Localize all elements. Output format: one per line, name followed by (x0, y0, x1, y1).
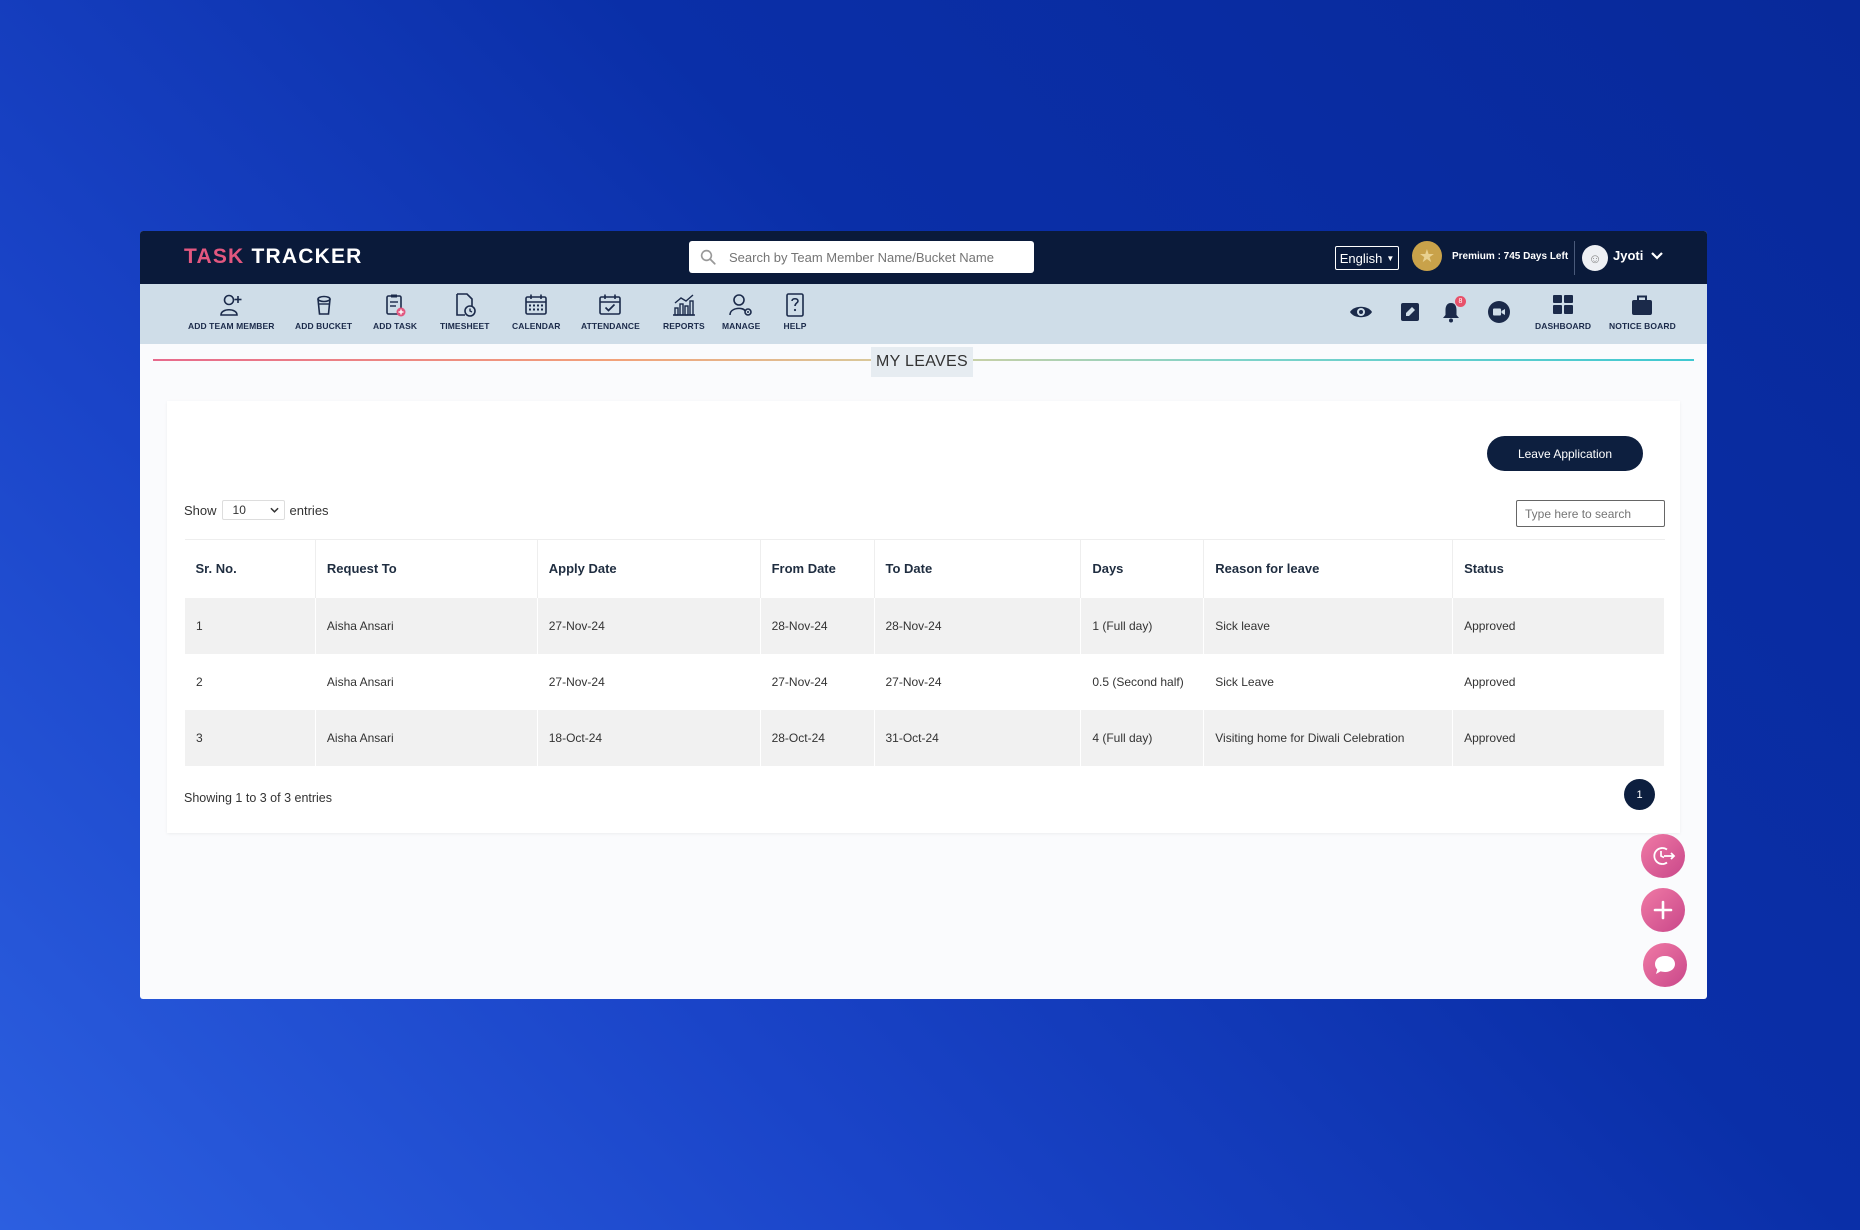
user-menu[interactable]: Jyoti (1613, 248, 1664, 263)
table-row: 2 Aisha Ansari 27-Nov-24 27-Nov-24 27-No… (184, 653, 1665, 710)
eye-icon (1350, 306, 1372, 318)
column-header[interactable]: Request To (315, 539, 538, 598)
reports-icon (672, 294, 695, 316)
add-task-button[interactable]: ADD TASK (373, 292, 417, 331)
search-icon (700, 249, 716, 265)
bucket-icon (316, 295, 331, 315)
quick-add-button[interactable] (1641, 888, 1685, 932)
table-cell: 1 (184, 597, 316, 654)
table-cell: Visiting home for Diwali Celebration (1203, 709, 1454, 766)
table-cell: 1 (Full day) (1080, 597, 1205, 654)
add-team-member-button[interactable]: ADD TEAM MEMBER (188, 292, 275, 331)
table-cell: 27-Nov-24 (536, 653, 761, 710)
chevron-down-icon (1651, 249, 1664, 263)
dashboard-icon (1553, 295, 1574, 314)
attendance-button[interactable]: ATTENDANCE (581, 292, 640, 331)
notifications-button[interactable]: 8 (1437, 296, 1466, 326)
chat-bubble-icon (1655, 956, 1675, 974)
table-cell: Aisha Ansari (314, 653, 538, 710)
header-divider (1574, 241, 1575, 275)
help-icon (786, 293, 804, 317)
add-user-icon (220, 294, 242, 316)
caret-down-icon: ▼ (1386, 253, 1395, 263)
leave-application-button[interactable]: Leave Application (1487, 436, 1643, 471)
calendar-button[interactable]: CALENDAR (512, 292, 561, 331)
edit-button[interactable] (1396, 298, 1424, 326)
timesheet-button[interactable]: TIMESHEET (440, 292, 490, 331)
table-cell: Aisha Ansari (314, 709, 538, 766)
help-button[interactable]: HELP (782, 292, 808, 331)
pagination-page-1[interactable]: 1 (1624, 779, 1655, 810)
table-cell: 3 (184, 709, 316, 766)
dashboard-button[interactable]: DASHBOARD (1535, 292, 1591, 331)
briefcase-icon (1632, 295, 1653, 315)
status-cell: Approved (1452, 709, 1665, 766)
entries-length-control: Show 10 entries (184, 500, 329, 520)
toolbar: ADD TEAM MEMBER ADD BUCKET ADD TASK TIME… (140, 284, 1707, 344)
status-cell: Approved (1452, 597, 1665, 654)
table-cell: 28-Oct-24 (759, 709, 875, 766)
table-cell: 31-Oct-24 (873, 709, 1082, 766)
calendar-icon (525, 294, 548, 315)
table-header-row: Sr. No. Request To Apply Date From Date … (184, 539, 1665, 598)
premium-status: Premium : 745 Days Left (1452, 251, 1569, 262)
manage-icon (729, 294, 752, 316)
column-header[interactable]: Apply Date (537, 539, 761, 598)
add-bucket-button[interactable]: ADD BUCKET (295, 292, 352, 331)
table-cell: 4 (Full day) (1080, 709, 1205, 766)
table-info: Showing 1 to 3 of 3 entries (184, 791, 333, 805)
plus-icon (1653, 900, 1673, 920)
column-header[interactable]: Sr. No. (184, 539, 316, 598)
leaves-card: Leave Application Show 10 entries Sr. No… (167, 401, 1680, 833)
clock-exit-icon (1653, 847, 1676, 865)
view-button[interactable] (1347, 298, 1375, 326)
entries-select[interactable]: 10 (221, 500, 285, 520)
reports-button[interactable]: REPORTS (663, 292, 705, 331)
attendance-icon (599, 294, 622, 315)
column-header[interactable]: Status (1452, 539, 1665, 598)
table-cell: Aisha Ansari (314, 597, 538, 654)
table-cell: 2 (184, 653, 316, 710)
notice-board-button[interactable]: NOTICE BOARD (1609, 292, 1676, 331)
status-cell: Approved (1452, 653, 1665, 710)
video-call-button[interactable] (1485, 298, 1513, 326)
table-cell: 28-Nov-24 (873, 597, 1082, 654)
leaves-table: Sr. No. Request To Apply Date From Date … (184, 539, 1665, 766)
column-header[interactable]: To Date (874, 539, 1082, 598)
table-row: 3 Aisha Ansari 18-Oct-24 28-Oct-24 31-Oc… (184, 709, 1665, 766)
page-title: MY LEAVES (871, 347, 973, 377)
column-header[interactable]: Days (1080, 539, 1205, 598)
global-search-input[interactable] (729, 249, 1019, 265)
chat-button[interactable] (1643, 943, 1687, 987)
table-cell: 27-Nov-24 (759, 653, 875, 710)
video-camera-icon (1488, 301, 1510, 323)
chevron-down-icon (269, 507, 279, 513)
table-cell: 27-Nov-24 (536, 597, 761, 654)
table-row: 1 Aisha Ansari 27-Nov-24 28-Nov-24 28-No… (184, 597, 1665, 654)
column-header[interactable]: From Date (760, 539, 875, 598)
logo[interactable]: TASK TRACKER (184, 245, 363, 269)
top-header: TASK TRACKER English ▼ ★ Premium : 745 D… (140, 231, 1707, 284)
table-search-input[interactable] (1516, 500, 1665, 527)
timesheet-icon (455, 293, 476, 317)
column-header[interactable]: Reason for leave (1203, 539, 1454, 598)
table-cell: 0.5 (Second half) (1080, 653, 1205, 710)
table-cell: Sick Leave (1203, 653, 1454, 710)
notification-badge: 8 (1455, 296, 1466, 307)
language-select[interactable]: English ▼ (1335, 246, 1399, 270)
global-search[interactable] (689, 241, 1034, 273)
table-cell: 27-Nov-24 (873, 653, 1082, 710)
star-badge-icon: ★ (1412, 241, 1442, 271)
add-task-icon (386, 294, 406, 317)
table-cell: 28-Nov-24 (759, 597, 875, 654)
edit-icon (1401, 303, 1419, 321)
table-cell: 18-Oct-24 (536, 709, 761, 766)
clock-out-button[interactable] (1641, 834, 1685, 878)
app-window: TASK TRACKER English ▼ ★ Premium : 745 D… (140, 231, 1707, 999)
manage-button[interactable]: MANAGE (722, 292, 760, 331)
table-cell: Sick leave (1203, 597, 1454, 654)
avatar[interactable]: ☺ (1582, 245, 1608, 271)
